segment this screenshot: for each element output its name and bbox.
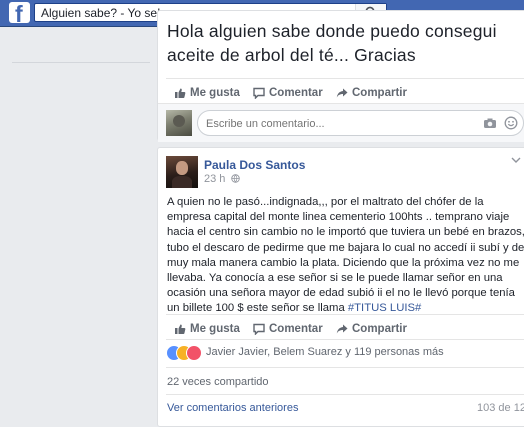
privacy-globe-icon xyxy=(231,174,241,183)
post-actions: Me gusta Comentar Compartir xyxy=(166,314,524,341)
post-options-chevron-icon[interactable] xyxy=(511,157,521,163)
like-label: Me gusta xyxy=(190,323,240,335)
camera-icon[interactable] xyxy=(483,116,497,130)
comment-input[interactable] xyxy=(206,117,466,130)
left-sidebar xyxy=(0,27,150,418)
share-button[interactable]: Compartir xyxy=(336,321,407,337)
comment-box xyxy=(197,110,524,136)
shares-divider xyxy=(166,394,524,395)
post-body-text: A quien no le pasó...indignada,,, por el… xyxy=(167,196,524,315)
comment-icon xyxy=(253,323,265,336)
post-time-text: 23 h xyxy=(204,173,226,185)
emoji-icon[interactable] xyxy=(504,116,518,130)
like-button[interactable]: Me gusta xyxy=(174,321,240,337)
post-card-2: Paula Dos Santos 23 h A quien no le pasó… xyxy=(157,147,524,427)
like-label: Me gusta xyxy=(190,87,240,99)
sidebar-divider xyxy=(12,62,150,63)
comment-button[interactable]: Comentar xyxy=(253,85,323,101)
post-timestamp[interactable]: 23 h xyxy=(204,173,241,185)
share-icon xyxy=(336,88,348,98)
like-button[interactable]: Me gusta xyxy=(174,85,240,101)
reactions-divider xyxy=(166,367,524,368)
thumbs-up-icon xyxy=(175,324,186,334)
post-actions: Me gusta Comentar Compartir xyxy=(166,78,524,105)
thumbs-up-icon xyxy=(175,88,186,98)
comment-button[interactable]: Comentar xyxy=(253,321,323,337)
share-label: Compartir xyxy=(352,87,407,99)
post-card-1: Hola alguien sabe donde puedo consegui a… xyxy=(157,10,524,142)
user-avatar[interactable] xyxy=(166,110,192,136)
comment-label: Comentar xyxy=(269,323,323,335)
share-count[interactable]: 22 veces compartido xyxy=(167,376,269,388)
hashtag-link[interactable]: #TITUS LUIS# xyxy=(348,302,421,314)
post-text-large: Hola alguien sabe donde puedo consegui a… xyxy=(167,21,497,65)
view-previous-comments-link[interactable]: Ver comentarios anteriores xyxy=(167,402,298,414)
actions-divider xyxy=(166,339,524,340)
share-label: Compartir xyxy=(352,323,407,335)
comment-count: 103 de 126 xyxy=(477,402,524,414)
reactions-text: Javier Javier, Belem Suarez y 119 person… xyxy=(206,346,444,358)
share-button[interactable]: Compartir xyxy=(336,85,407,101)
facebook-logo-letter: f xyxy=(15,2,23,23)
facebook-logo[interactable]: f xyxy=(9,2,30,23)
comment-composer xyxy=(158,103,524,142)
love-reaction-icon xyxy=(186,345,202,361)
post-body: A quien no le pasó...indignada,,, por el… xyxy=(167,195,524,317)
author-name[interactable]: Paula Dos Santos xyxy=(204,158,305,172)
share-icon xyxy=(336,324,348,334)
comment-label: Comentar xyxy=(269,87,323,99)
author-avatar[interactable] xyxy=(166,156,198,188)
comment-icon xyxy=(253,87,265,100)
